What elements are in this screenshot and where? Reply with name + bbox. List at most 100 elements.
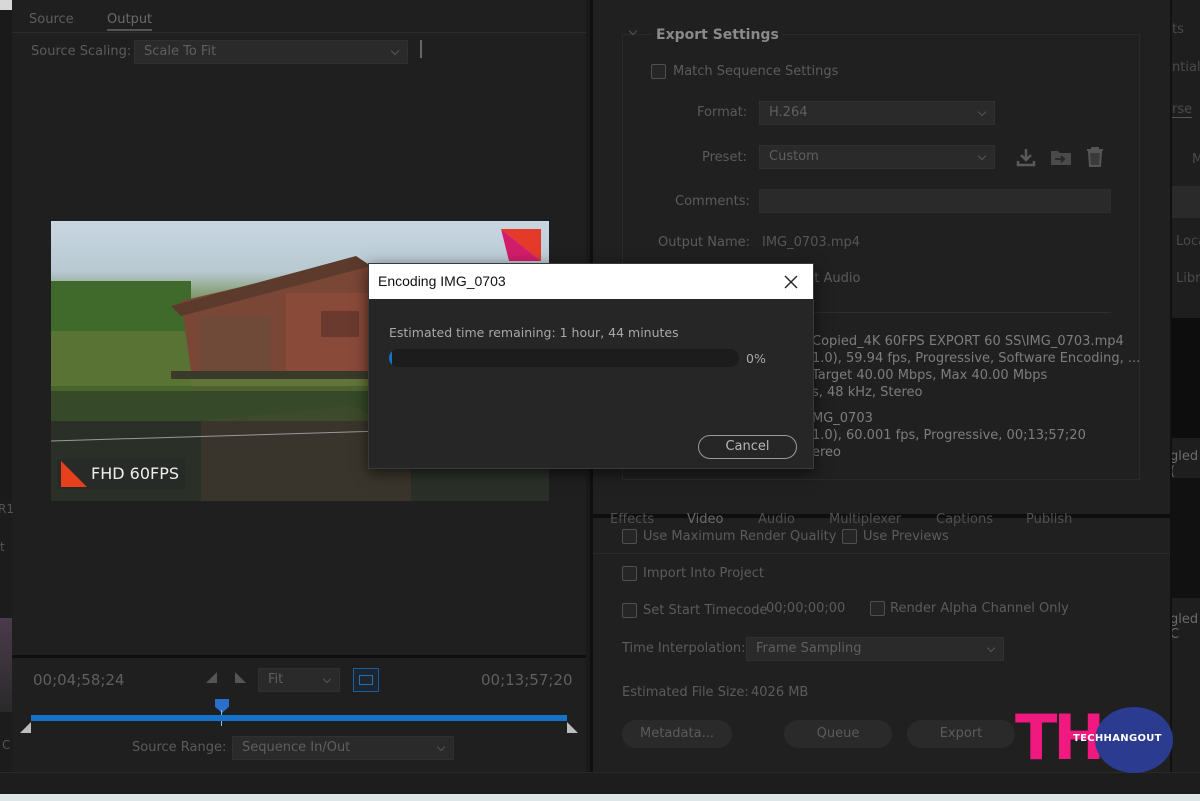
time-interpolation-dropdown[interactable]: Frame Sampling [746,637,1004,661]
overlay-badge: FHD 60FPS [57,459,186,489]
tab-source[interactable]: Source [29,12,74,27]
mark-in-icon[interactable] [206,672,217,683]
right-edge-panel: ts ntial rse M Loca Libr gled ( gled C [1170,0,1200,772]
close-icon[interactable] [779,270,803,294]
render-alpha-checkbox[interactable] [870,601,885,616]
summary-line: 1.0), 60.001 fps, Progressive, 00;13;57;… [812,428,1086,443]
summary-divider [801,312,1111,313]
summary-line: Target 40.00 Mbps, Max 40.00 Mbps [812,368,1048,383]
tab-video[interactable]: Video [687,512,723,527]
progress-percent: 0% [746,351,766,366]
max-render-quality-label: Use Maximum Render Quality [643,529,837,544]
summary-output: Copied_4K 60FPS EXPORT 60 SS\IMG_0703.mp… [812,333,1140,401]
window-edge [0,0,12,10]
techhangout-logo: TH TECHHANGOUT [1015,705,1173,775]
edge-search-field[interactable] [1172,186,1200,218]
estimate-text: Estimated time remaining: 1 hour, 44 min… [389,325,679,340]
cursor-bar [420,40,422,58]
render-alpha-label: Render Alpha Channel Only [890,601,1069,616]
import-preset-icon[interactable] [1049,147,1073,167]
import-into-project-checkbox[interactable] [622,566,637,581]
time-interpolation-label: Time Interpolation: [622,641,746,656]
edge-text: Libr [1176,271,1200,286]
brand-triangle-icon [61,461,87,487]
use-previews-label: Use Previews [863,529,949,544]
tab-multiplexer[interactable]: Multiplexer [829,512,901,527]
metadata-button[interactable]: Metadata... [622,720,732,748]
edge-text: gled ( [1170,449,1199,479]
timecode-current[interactable]: 00;04;58;24 [33,671,125,689]
preset-dropdown[interactable]: Custom [759,145,995,169]
encoding-progress-bar [389,349,739,367]
source-range-label: Source Range: [132,740,227,755]
export-button[interactable]: Export [907,720,1015,748]
settings-tabs: Effects Video Audio Multiplexer Captions… [610,512,1170,530]
edge-text: C [2,738,11,752]
queue-button[interactable]: Queue [784,720,892,748]
progress-fill [389,349,392,367]
comments-label: Comments: [675,194,750,209]
source-range-dropdown[interactable]: Sequence In/Out [232,736,454,760]
summary-line: MG_0703 [812,411,873,426]
edge-text: R1 [0,502,14,516]
timeline-divider [12,655,586,658]
tab-audio[interactable]: Audio [758,512,795,527]
aspect-icon[interactable] [353,668,379,692]
overlay-text: FHD 60FPS [91,464,180,483]
output-name-link[interactable]: IMG_0703.mp4 [762,235,860,250]
timeline-range-bar[interactable] [31,715,567,721]
delete-preset-icon[interactable] [1085,146,1105,168]
mark-out-icon[interactable] [235,672,246,683]
set-start-timecode-checkbox[interactable] [622,603,637,618]
edge-text[interactable]: rse [1172,102,1193,118]
tab-publish[interactable]: Publish [1026,512,1072,527]
encoding-dialog: Encoding IMG_0703 Estimated time remaini… [368,263,814,469]
set-start-timecode-label: Set Start Timecode [643,603,768,618]
status-strip [0,772,1200,794]
estimated-size-label: Estimated File Size: [622,685,749,700]
format-dropdown[interactable]: H.264 [759,101,995,125]
import-into-project-label: Import Into Project [643,566,765,581]
range-end-handle[interactable] [567,722,578,733]
edge-text: Loca [1176,234,1200,249]
estimated-size-value: 4026 MB [751,685,809,700]
dialog-titlebar: Encoding IMG_0703 [369,264,813,299]
edge-thumbnail [0,618,12,712]
edge-text: ts [1172,22,1184,37]
comments-field[interactable] [759,189,1111,213]
format-label: Format: [697,105,748,120]
preset-label: Preset: [702,150,747,165]
save-preset-icon[interactable] [1015,147,1037,167]
bottom-edge [0,794,1200,801]
left-edge-strip: R1 t C [0,500,14,770]
edge-thumbnail [1172,318,1200,438]
output-name-label: Output Name: [658,235,751,250]
fit-dropdown[interactable]: Fit [258,668,340,692]
source-scaling-dropdown[interactable]: Scale To Fit [134,40,408,64]
edge-text: M [1192,152,1200,167]
summary-line: s, 48 kHz, Stereo [812,385,923,400]
use-previews-checkbox[interactable] [842,529,857,544]
tab-output[interactable]: Output [107,12,153,31]
source-scaling-label: Source Scaling: [31,44,132,59]
summary-line: 1.0), 59.94 fps, Progressive, Software E… [812,351,1141,366]
tab-captions[interactable]: Captions [936,512,993,527]
summary-line: Copied_4K 60FPS EXPORT 60 SS\IMG_0703.mp… [812,334,1124,349]
options-divider [593,553,1170,554]
summary-source: MG_0703 1.0), 60.001 fps, Progressive, 0… [812,410,1086,461]
match-sequence-label: Match Sequence Settings [673,64,839,79]
timecode-duration: 00;13;57;20 [481,671,573,689]
cancel-button[interactable]: Cancel [698,435,797,459]
tab-effects[interactable]: Effects [610,512,654,527]
export-settings-heading: Export Settings [652,27,783,43]
summary-line: ereo [812,445,842,460]
edge-text: ntial [1172,60,1200,75]
dialog-title: Encoding IMG_0703 [378,273,506,289]
match-sequence-checkbox[interactable] [651,64,666,79]
range-start-handle[interactable] [20,722,31,733]
edge-thumbnail [1172,478,1200,598]
panel-divider [12,32,586,33]
max-render-quality-checkbox[interactable] [622,529,637,544]
start-timecode-value[interactable]: 00;00;00;00 [766,601,845,616]
logo-brand-text: TECHHANGOUT [1073,733,1162,744]
